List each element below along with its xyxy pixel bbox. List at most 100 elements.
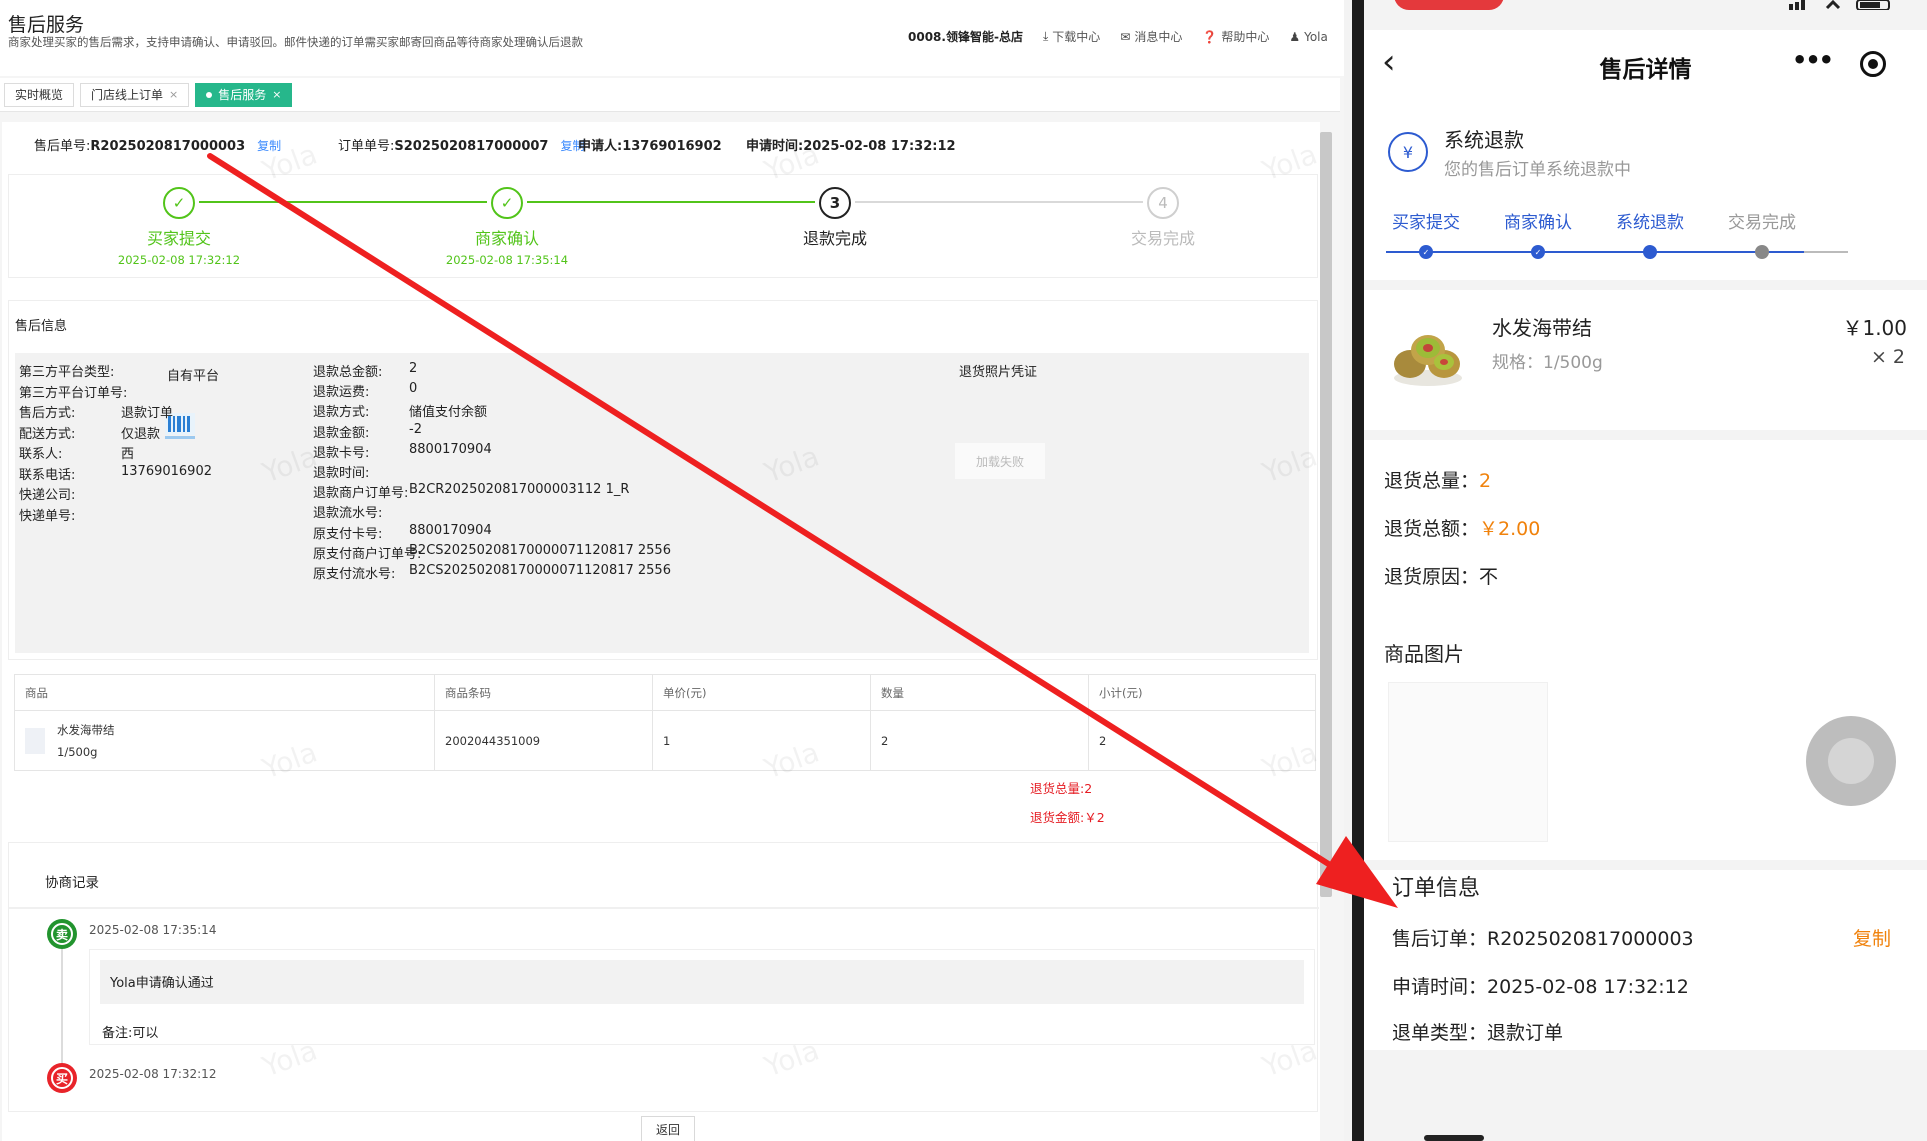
photo-proof-image[interactable]: 加载失败: [955, 443, 1045, 479]
order-info-title: 订单信息: [1392, 876, 1481, 901]
info-key: 退款方式:: [313, 405, 370, 421]
info-key: 配送方式:: [19, 426, 76, 442]
info-key: 退款总金额:: [313, 365, 383, 380]
info-value: B2CS20250208170000071120817 2556: [409, 563, 671, 578]
info-value: 自有平台: [167, 369, 220, 384]
phone-bezel: [1352, 0, 1364, 1141]
step-date: 2025-02-08 17:35:14: [445, 253, 569, 267]
close-icon[interactable]: ×: [169, 88, 178, 101]
barcode-cell: 2002044351009: [434, 710, 653, 771]
info-key: 退款运费:: [313, 385, 370, 401]
return-total-qty: 退货总量:2: [1030, 781, 1093, 796]
info-value: 0: [409, 381, 418, 397]
divider-gap: [1344, 0, 1352, 1141]
info-key: 联系人:: [19, 447, 63, 462]
progress-steps: ✓ 买家提交 2025-02-08 17:32:12 ✓ 商家确认 2025-0…: [8, 174, 1318, 278]
timeline-line: [61, 947, 63, 1067]
seller-badge-icon: 卖: [47, 919, 77, 949]
divider: [9, 907, 1319, 909]
info-key: 退款金额:: [313, 425, 370, 441]
info-key: 退款卡号:: [313, 445, 370, 461]
step-done-icon: ✓: [491, 187, 523, 219]
info-key: 第三方平台订单号:: [19, 385, 128, 401]
download-icon: ⤓: [1042, 29, 1049, 43]
aftersale-id: 售后单号:R2025020817000003 复制: [34, 139, 282, 154]
tab-after-sale[interactable]: 售后服务 ×: [195, 82, 293, 107]
order-id: 订单单号:S2025020817000007 复制: [338, 139, 585, 154]
nav-bar: ‹ 售后详情 •••: [1364, 30, 1927, 100]
product-spec: 规格：1/500g: [1492, 353, 1603, 373]
scrollbar[interactable]: [1320, 132, 1332, 897]
help-icon: ❓: [1202, 29, 1218, 44]
close-miniapp-icon[interactable]: [1860, 51, 1886, 77]
step-connector: [855, 201, 1143, 203]
apply-time: 申请时间:2025-02-08 17:32:12: [746, 139, 956, 154]
header-tools: 0008.领锋智能-总店 ⤓ 下载中心 ✉ 消息中心 ❓ 帮助中心 ♟ Yola: [908, 28, 1328, 45]
step-label: 商家确认: [474, 229, 539, 248]
info-key: 售后方式:: [19, 406, 76, 421]
record-time: 2025-02-08 17:35:14: [89, 923, 217, 937]
negotiation-record: 协商记录 卖 2025-02-08 17:35:14 Yola申请确认通过 备注…: [8, 842, 1319, 1112]
goods-name: 水发海带结: [57, 722, 115, 737]
buyer-badge-icon: 买: [47, 1063, 77, 1093]
progress-check-icon: ✓: [1419, 245, 1433, 259]
info-key: 退款时间:: [313, 466, 370, 481]
message-center-link[interactable]: ✉ 消息中心: [1120, 28, 1182, 45]
user-menu[interactable]: ♟ Yola: [1289, 30, 1328, 44]
back-button[interactable]: 返回: [641, 1116, 695, 1141]
info-value: 8800170904: [409, 441, 492, 457]
column-header: 数量: [870, 674, 1089, 711]
download-center-link[interactable]: ⤓ 下载中心: [1043, 28, 1100, 45]
product-image-title: 商品图片: [1384, 642, 1464, 666]
info-value: 储值支付余额: [409, 405, 488, 421]
close-icon[interactable]: ×: [272, 88, 281, 101]
info-key: 原支付卡号:: [313, 526, 383, 542]
info-value: 13769016902: [121, 463, 212, 479]
store-selector[interactable]: 0008.领锋智能-总店: [908, 28, 1023, 45]
order-info-card: 订单信息 售后订单：R2025020817000003 复制 申请时间：2025…: [1364, 870, 1927, 1050]
goods-cell: 水发海带结 1/500g: [14, 710, 435, 771]
copy-button[interactable]: 复制: [1853, 924, 1891, 951]
record-note: 备注:可以: [102, 1026, 159, 1041]
status-desc: 您的售后订单系统退款中: [1444, 160, 1631, 180]
return-total-amount: 退货金额:￥2: [1030, 810, 1105, 825]
qty-cell: 2: [870, 710, 1089, 771]
step-label: 交易完成: [1130, 229, 1195, 248]
product-image-box[interactable]: [1388, 682, 1548, 842]
column-header: 单价(元): [652, 674, 871, 711]
copy-aftersale-button[interactable]: 复制: [257, 139, 281, 153]
refund-type: 退单类型：退款订单: [1392, 1022, 1564, 1044]
info-value: 8800170904: [409, 522, 492, 538]
column-header: 商品: [14, 674, 435, 711]
product-price: ￥1.00: [1842, 316, 1907, 340]
return-info-card: 退货总量：2 退货总额：￥2.00 退货原因：不 商品图片: [1364, 440, 1927, 860]
tab-store-online-orders[interactable]: 门店线上订单 ×: [80, 82, 190, 107]
info-key: 退款商户订单号:: [313, 486, 409, 502]
aftersale-order: 售后订单：R2025020817000003: [1392, 928, 1694, 950]
info-value: 退款订单: [121, 406, 174, 421]
product-name: 水发海带结: [1492, 316, 1592, 340]
status-card: ¥ 系统退款 您的售后订单系统退款中 买家提交 商家确认 系统退款 交易完成 ✓…: [1364, 100, 1927, 280]
return-reason: 退货原因：不: [1384, 566, 1499, 588]
photo-proof-label: 退货照片凭证: [959, 365, 1038, 380]
tab-overview[interactable]: 实时概览: [4, 82, 75, 107]
step-pending-number: 4: [1147, 187, 1179, 219]
goods-spec: 1/500g: [57, 744, 98, 759]
info-key: 联系电话:: [19, 467, 76, 483]
page-title: 售后服务: [8, 14, 85, 36]
more-icon[interactable]: •••: [1792, 46, 1834, 74]
subtotal-cell: 2: [1088, 710, 1316, 771]
active-dot-icon: [206, 91, 213, 98]
progress-step: 买家提交: [1392, 213, 1460, 233]
refund-yen-icon: ¥: [1388, 132, 1428, 172]
info-value: 西: [121, 447, 135, 462]
status-time-pill: [1394, 0, 1504, 10]
progress-step: 系统退款: [1616, 213, 1684, 233]
page-description: 商家处理买家的售后需求，支持申请确认、申请驳回。邮件快递的订单需买家邮寄回商品等…: [8, 35, 583, 49]
floating-assistive-button[interactable]: [1806, 716, 1896, 806]
info-value: B2CS20250208170000071120817 2556: [409, 542, 671, 558]
help-center-link[interactable]: ❓ 帮助中心: [1202, 28, 1269, 45]
info-value: 2: [409, 361, 418, 376]
progress-current-dot: [1643, 245, 1657, 259]
progress-track: [1386, 251, 1804, 253]
